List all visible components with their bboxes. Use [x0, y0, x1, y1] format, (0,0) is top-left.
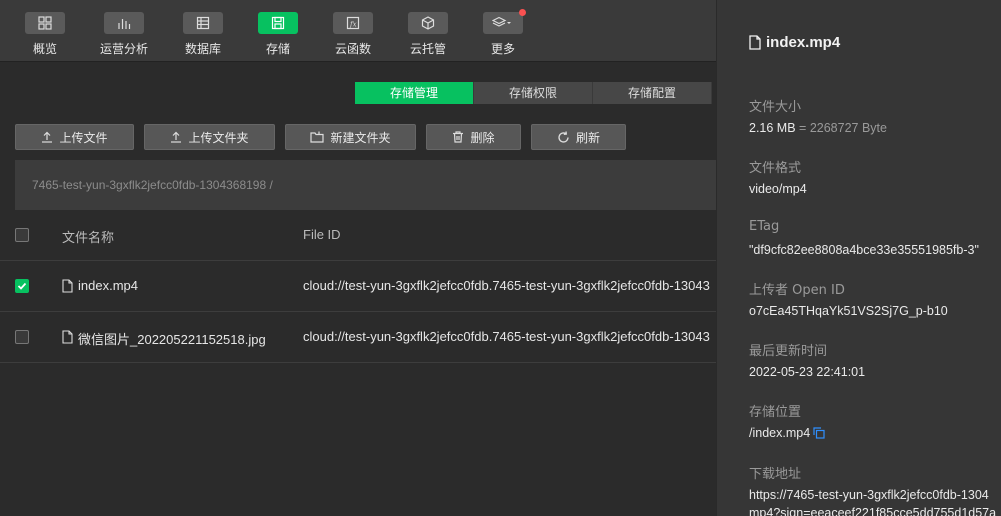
toolbar-item-analytics[interactable]: 运营分析	[84, 12, 164, 62]
database-icon	[183, 12, 223, 34]
delete-label: 删除	[470, 130, 495, 145]
upload-file-label: 上传文件	[59, 130, 108, 145]
folder-add-icon	[310, 131, 325, 143]
function-icon: fx	[333, 12, 373, 34]
download-url-line-1[interactable]: https://7465-test-yun-3gxflk2jefcc0fdb-1…	[749, 488, 989, 502]
dashboard-icon	[25, 12, 65, 34]
column-header-name: 文件名称	[62, 230, 115, 245]
toolbar-item-database[interactable]: 数据库	[163, 12, 243, 62]
row-checkbox[interactable]	[15, 279, 29, 293]
breadcrumb-path[interactable]: 7465-test-yun-3gxflk2jefcc0fdb-130436819…	[32, 178, 273, 192]
toolbar-item-more[interactable]: 更多	[463, 9, 543, 62]
cube-icon	[408, 12, 448, 34]
select-all-checkbox[interactable]	[15, 228, 29, 242]
table-row[interactable]: index.mp4 cloud://test-yun-3gxflk2jefcc0…	[0, 261, 716, 312]
tab-storage-settings[interactable]: 存储配置	[593, 82, 712, 104]
uploader-value: o7cEa45THqaYk51VS2Sj7G_p-b10	[749, 304, 948, 318]
toolbar-label: 数据库	[184, 42, 221, 56]
column-header-fileid: File ID	[303, 227, 341, 242]
size-value: 2.16 MB	[749, 121, 796, 135]
toolbar-label: 概览	[32, 42, 57, 56]
layers-icon	[483, 9, 526, 34]
upload-file-button[interactable]: 上传文件	[15, 124, 134, 150]
svg-text:fx: fx	[349, 21, 357, 29]
toolbar-label: 更多	[490, 42, 515, 56]
row-checkbox[interactable]	[15, 330, 29, 344]
file-name[interactable]: 微信图片_202205221152518.jpg	[78, 329, 266, 348]
refresh-icon	[558, 130, 569, 143]
toolbar-item-storage[interactable]: 存储	[238, 12, 318, 62]
toolbar-item-cloud-function[interactable]: fx 云函数	[313, 12, 393, 62]
upload-icon	[171, 131, 182, 143]
file-id: cloud://test-yun-3gxflk2jefcc0fdb.7465-t…	[303, 329, 710, 344]
refresh-button[interactable]: 刷新	[531, 124, 626, 150]
storage-tabs: 存储管理 存储权限 存储配置	[355, 82, 712, 104]
breadcrumb: 7465-test-yun-3gxflk2jefcc0fdb-130436819…	[15, 160, 716, 210]
updated-value: 2022-05-23 22:41:01	[749, 365, 866, 379]
size-bytes: = 2268727 Byte	[799, 121, 887, 135]
etag-value: "df9cfc82ee8808a4bce33e35551985fb-3"	[749, 243, 979, 257]
location-row: /index.mp4	[749, 426, 825, 440]
trash-icon	[453, 131, 464, 143]
new-folder-label: 新建文件夹	[330, 130, 391, 145]
upload-folder-button[interactable]: 上传文件夹	[144, 124, 275, 150]
size-label: 文件大小	[749, 100, 802, 115]
file-name[interactable]: index.mp4	[78, 278, 138, 293]
table-header: 文件名称 File ID	[0, 210, 716, 261]
table-row[interactable]: 微信图片_202205221152518.jpg cloud://test-yu…	[0, 312, 716, 363]
upload-icon	[42, 131, 53, 143]
toolbar-label: 云函数	[334, 42, 371, 56]
detail-title-text: index.mp4	[766, 34, 841, 51]
size-value-row: 2.16 MB = 2268727 Byte	[749, 121, 887, 135]
toolbar-label: 云托管	[409, 42, 446, 56]
detail-title: index.mp4	[749, 34, 840, 51]
toolbar-item-overview[interactable]: 概览	[5, 12, 85, 62]
format-value: video/mp4	[749, 182, 807, 196]
delete-button[interactable]: 删除	[426, 124, 521, 150]
toolbar-label: 存储	[265, 42, 290, 56]
download-label: 下载地址	[749, 467, 802, 482]
save-icon	[258, 12, 298, 34]
location-label: 存储位置	[749, 405, 802, 420]
uploader-label: 上传者 Open ID	[749, 283, 845, 298]
new-folder-button[interactable]: 新建文件夹	[285, 124, 416, 150]
toolbar-item-cloud-hosting[interactable]: 云托管	[388, 12, 468, 62]
bar-chart-icon	[104, 12, 144, 34]
tab-storage-permissions[interactable]: 存储权限	[474, 82, 593, 104]
file-detail-panel: index.mp4 文件大小 2.16 MB = 2268727 Byte 文件…	[716, 0, 1001, 516]
file-id: cloud://test-yun-3gxflk2jefcc0fdb.7465-t…	[303, 278, 710, 293]
etag-label: ETag	[749, 219, 780, 234]
top-toolbar: 概览 运营分析 数据库 存储 fx 云函数 云托管 更多	[0, 0, 716, 62]
upload-folder-label: 上传文件夹	[188, 130, 249, 145]
copy-icon[interactable]	[813, 427, 825, 439]
toolbar-label: 运营分析	[99, 42, 148, 56]
checkmark-icon	[17, 282, 27, 290]
refresh-label: 刷新	[575, 130, 600, 145]
file-icon	[62, 330, 73, 344]
updated-label: 最后更新时间	[749, 344, 828, 359]
tab-storage-management[interactable]: 存储管理	[355, 82, 474, 104]
location-value: /index.mp4	[749, 426, 811, 440]
file-icon	[62, 279, 73, 293]
download-url-line-2[interactable]: mp4?sign=eeaceef221f85cce5dd755d1d57a	[749, 506, 996, 516]
format-label: 文件格式	[749, 161, 802, 176]
notification-dot	[519, 9, 526, 16]
file-icon	[749, 35, 761, 50]
